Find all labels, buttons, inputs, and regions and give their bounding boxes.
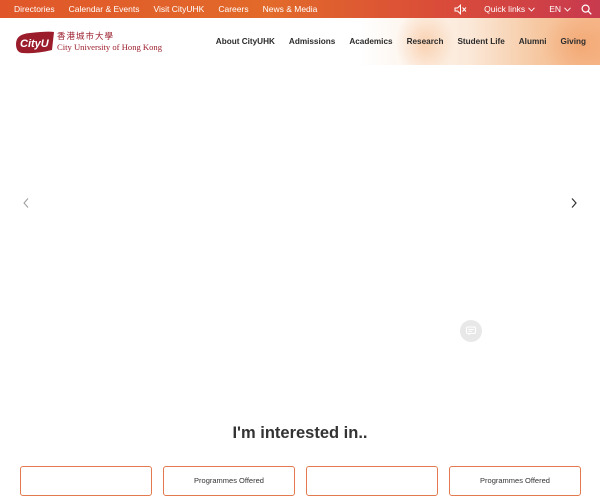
main-nav: About CityUHK Admissions Academics Resea… xyxy=(216,18,586,65)
cityu-logo-mark: CityU xyxy=(16,31,54,54)
nav-item-alumni[interactable]: Alumni xyxy=(519,37,547,46)
nav-item-giving[interactable]: Giving xyxy=(561,37,586,46)
nav-item-academics[interactable]: Academics xyxy=(349,37,392,46)
logo-mark-text: CityU xyxy=(20,38,50,50)
nav-item-research[interactable]: Research xyxy=(407,37,444,46)
interest-card-label: Programmes Offered xyxy=(480,476,550,485)
chevron-down-icon xyxy=(564,6,571,12)
language-dropdown[interactable]: EN xyxy=(549,4,571,14)
utility-link-careers[interactable]: Careers xyxy=(218,4,248,14)
interest-card[interactable]: Programmes Offered xyxy=(449,466,581,496)
utility-links: Directories Calendar & Events Visit City… xyxy=(14,0,317,18)
chevron-left-icon[interactable] xyxy=(20,197,32,209)
university-english-name: City University of Hong Kong xyxy=(57,42,163,52)
interest-card[interactable] xyxy=(20,466,152,496)
interest-cards: Programmes Offered Programmes Offered xyxy=(20,466,582,496)
utility-link-visit-cityuhk[interactable]: Visit CityUHK xyxy=(154,4,205,14)
chevron-down-icon xyxy=(528,6,536,12)
chat-button[interactable] xyxy=(460,320,482,342)
chat-icon xyxy=(465,326,477,336)
chevron-right-icon[interactable] xyxy=(568,197,580,209)
nav-item-about[interactable]: About CityUHK xyxy=(216,37,275,46)
university-chinese-name: 香港城市大學 xyxy=(57,32,115,42)
quick-links-label: Quick links xyxy=(484,4,526,14)
utility-link-calendar-events[interactable]: Calendar & Events xyxy=(69,4,140,14)
search-icon[interactable] xyxy=(581,3,592,15)
hero-carousel xyxy=(0,65,600,395)
language-label: EN xyxy=(549,4,561,14)
university-logo[interactable]: CityU 香港城市大學 City University of Hong Kon… xyxy=(14,30,163,56)
utility-right: Quick links EN xyxy=(454,0,592,18)
interest-card[interactable]: Programmes Offered xyxy=(163,466,295,496)
quick-links-dropdown[interactable]: Quick links xyxy=(484,4,536,14)
utility-bar: Directories Calendar & Events Visit City… xyxy=(0,0,600,18)
nav-item-admissions[interactable]: Admissions xyxy=(289,37,335,46)
speaker-muted-icon[interactable] xyxy=(454,3,468,15)
nav-item-student-life[interactable]: Student Life xyxy=(457,37,504,46)
utility-link-directories[interactable]: Directories xyxy=(14,4,55,14)
interest-card-label: Programmes Offered xyxy=(194,476,264,485)
site-header: CityU 香港城市大學 City University of Hong Kon… xyxy=(0,18,600,65)
interested-heading: I'm interested in.. xyxy=(232,424,368,442)
interest-card[interactable] xyxy=(306,466,438,496)
utility-link-news-media[interactable]: News & Media xyxy=(263,4,318,14)
